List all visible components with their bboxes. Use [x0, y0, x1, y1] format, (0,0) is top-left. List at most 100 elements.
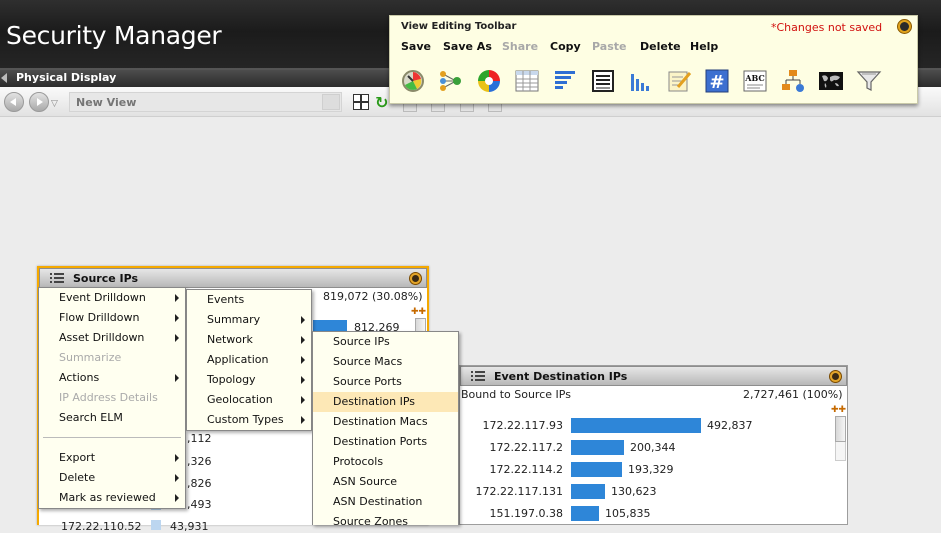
submenu-item[interactable]: ASN Destination: [313, 492, 458, 512]
bar-value: 492,837: [707, 419, 753, 432]
menu-item-label: Protocols: [333, 455, 384, 468]
event-destination-ips-panel: Event Destination IPs Bound to Source IP…: [459, 365, 848, 525]
panel-header[interactable]: Source IPs: [39, 268, 427, 288]
history-dropdown-icon[interactable]: ▽: [51, 99, 58, 109]
world-map-icon[interactable]: [818, 68, 844, 94]
grid-layout-icon[interactable]: [353, 94, 369, 110]
menu-item-label: Destination Ports: [333, 435, 428, 448]
bar-value: ,826: [187, 477, 212, 490]
submenu-item[interactable]: Source Ports: [313, 372, 458, 392]
submenu-item[interactable]: Protocols: [313, 452, 458, 472]
refresh-icon[interactable]: ↻: [375, 93, 388, 112]
summary-value: 819,072 (30.08%): [323, 290, 423, 303]
submenu-item[interactable]: Destination Macs: [313, 412, 458, 432]
bar[interactable]: [571, 418, 701, 433]
toolbar-save-button[interactable]: Save: [401, 40, 431, 53]
submenu-item[interactable]: Destination Ports: [313, 432, 458, 452]
submenu-arrow-icon: [175, 334, 179, 342]
panel-menu-icon[interactable]: [50, 273, 64, 284]
text-label-icon[interactable]: ABC: [742, 68, 768, 94]
submenu-item[interactable]: Destination IPs: [313, 392, 458, 412]
tab-physical-display[interactable]: Physical Display: [16, 71, 116, 84]
dial-gauge-icon[interactable]: [400, 68, 426, 94]
menu-item-label: Actions: [59, 371, 100, 384]
toolbar-help-button[interactable]: Help: [690, 40, 718, 53]
filter-funnel-icon[interactable]: [856, 68, 882, 94]
context-menu-item[interactable]: Search ELM: [39, 408, 185, 428]
panel-title: Source IPs: [73, 272, 139, 285]
submenu-arrow-icon: [301, 336, 305, 344]
back-button[interactable]: [4, 92, 24, 112]
back-arrow-icon: [10, 98, 16, 106]
menu-item-label: Network: [207, 333, 253, 346]
submenu-item[interactable]: Source Macs: [313, 352, 458, 372]
menu-item-label: Destination IPs: [333, 395, 416, 408]
submenu-item[interactable]: Network: [187, 330, 311, 350]
forward-arrow-icon: [37, 98, 43, 106]
bar-chart-horizontal-icon[interactable]: [552, 68, 578, 94]
toolbar-paste-button[interactable]: Paste: [592, 40, 626, 53]
list-grid-icon[interactable]: [590, 68, 616, 94]
bar-value: 193,329: [628, 463, 674, 476]
view-name-input[interactable]: [69, 92, 342, 112]
panel-menu-icon[interactable]: [471, 371, 485, 382]
row-label: 172.22.117.131: [475, 485, 563, 498]
panel-close-icon[interactable]: [409, 272, 422, 285]
scrollbar-thumb[interactable]: [835, 416, 846, 442]
bar[interactable]: [571, 506, 599, 521]
submenu-item[interactable]: Events: [187, 290, 311, 310]
panel-header[interactable]: Event Destination IPs: [460, 366, 847, 386]
pie-chart-icon[interactable]: [476, 68, 502, 94]
svg-text:ABC: ABC: [744, 73, 764, 83]
bar-chart-vertical-icon[interactable]: [628, 68, 654, 94]
bar-value: ,493: [187, 498, 212, 511]
submenu-item[interactable]: Topology: [187, 370, 311, 390]
menu-item-label: ASN Source: [333, 475, 398, 488]
submenu-item[interactable]: Application: [187, 350, 311, 370]
submenu-item[interactable]: ASN Source: [313, 472, 458, 492]
toolbar-copy-button[interactable]: Copy: [550, 40, 581, 53]
submenu-item[interactable]: Source IPs: [313, 332, 458, 352]
submenu-arrow-icon: [301, 416, 305, 424]
bar[interactable]: [571, 462, 622, 477]
context-menu-item[interactable]: Asset Drilldown: [39, 328, 185, 348]
row-label: 172.22.117.2: [489, 441, 563, 454]
resize-handle-icon[interactable]: ✚✚: [411, 308, 427, 317]
submenu-item[interactable]: Source Zones: [313, 512, 458, 532]
submenu-arrow-icon: [175, 494, 179, 502]
context-menu-item[interactable]: Actions: [39, 368, 185, 388]
forward-button[interactable]: [29, 92, 49, 112]
submenu-item[interactable]: Geolocation: [187, 390, 311, 410]
menu-item-label: Asset Drilldown: [59, 331, 145, 344]
bound-label: Bound to Source IPs: [461, 388, 571, 401]
note-edit-icon[interactable]: [666, 68, 692, 94]
resize-handle-icon[interactable]: ✚✚: [831, 406, 847, 415]
context-menu-item[interactable]: Event Drilldown: [39, 288, 185, 308]
bar[interactable]: [571, 440, 624, 455]
topology-icon[interactable]: [780, 68, 806, 94]
toolbar-close-icon[interactable]: [897, 19, 912, 34]
svg-text:#: #: [709, 72, 724, 93]
row-label: 172.22.110.52: [61, 520, 142, 533]
context-menu-item[interactable]: Flow Drilldown: [39, 308, 185, 328]
panel-title: Event Destination IPs: [494, 370, 628, 383]
menu-divider: [43, 437, 181, 438]
panel-close-icon[interactable]: [829, 370, 842, 383]
context-menu-item[interactable]: Export: [39, 448, 185, 468]
number-counter-icon[interactable]: #: [704, 68, 730, 94]
toolbar-delete-button[interactable]: Delete: [640, 40, 681, 53]
toolbar-save-as-button[interactable]: Save As: [443, 40, 492, 53]
context-menu-item[interactable]: Mark as reviewed: [39, 488, 185, 508]
view-selector-button[interactable]: [322, 94, 340, 110]
context-menu-item[interactable]: Delete: [39, 468, 185, 488]
bar[interactable]: [571, 484, 605, 499]
menu-item-label: Export: [59, 451, 96, 464]
table-icon[interactable]: [514, 68, 540, 94]
submenu-arrow-icon: [175, 454, 179, 462]
node-graph-icon[interactable]: [438, 68, 464, 94]
bar[interactable]: [151, 520, 161, 530]
submenu-item[interactable]: Summary: [187, 310, 311, 330]
submenu-item[interactable]: Custom Types: [187, 410, 311, 430]
collapse-arrow-icon[interactable]: [1, 73, 7, 83]
toolbar-share-button[interactable]: Share: [502, 40, 538, 53]
